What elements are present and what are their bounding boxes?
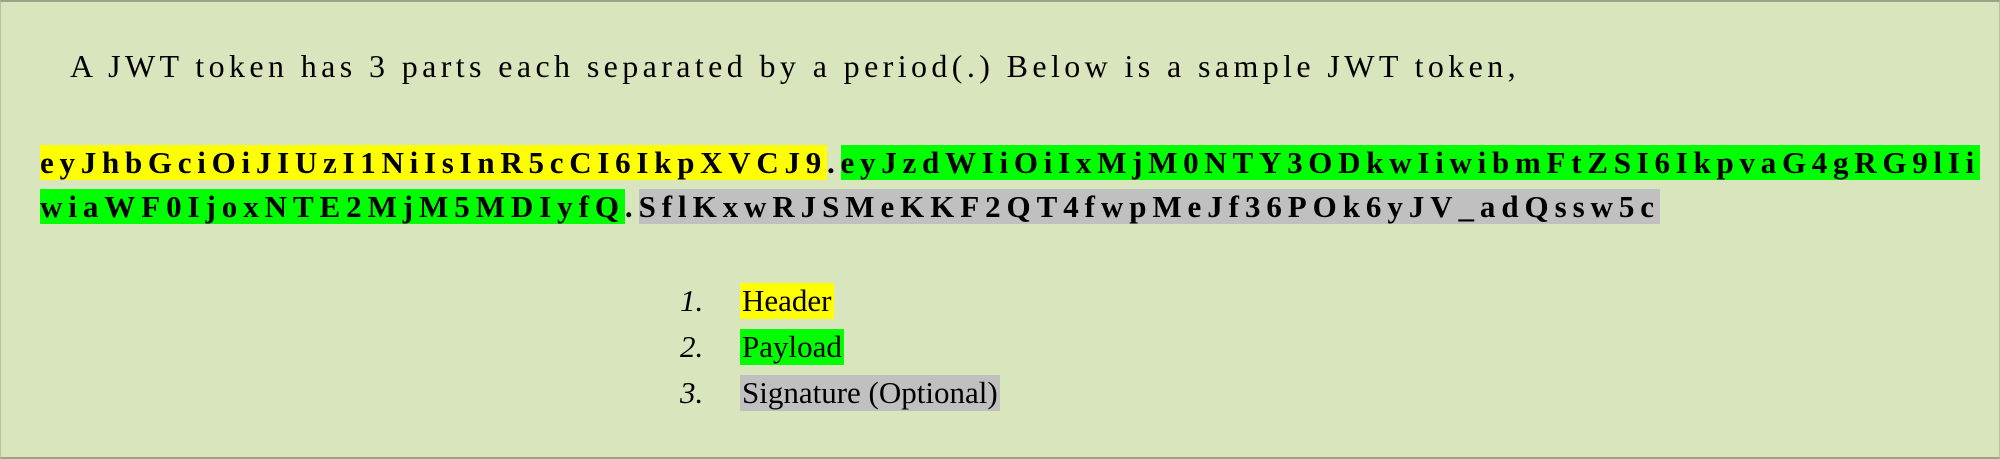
token-line-1: eyJhbGciOiJIUzI1NiIsInR5cCI6IkpXVCJ9.eyJ… bbox=[40, 141, 1981, 185]
list-number: 1. bbox=[680, 283, 704, 318]
intro-text: A JWT token has 3 parts each separated b… bbox=[70, 48, 1520, 84]
part-payload-label: Payload bbox=[740, 329, 844, 365]
token-separator: . bbox=[624, 189, 639, 224]
list-item: 1. Header bbox=[680, 278, 1000, 324]
list-item: 2. Payload bbox=[680, 324, 1000, 370]
token-separator: . bbox=[827, 145, 841, 180]
part-header-label: Header bbox=[740, 283, 834, 319]
part-signature-label: Signature (Optional) bbox=[740, 375, 1000, 411]
parts-list: 1. Header 2. Payload 3. Signature (Optional… bbox=[680, 278, 1000, 416]
list-number: 2. bbox=[680, 329, 704, 364]
list-number: 3. bbox=[680, 375, 704, 410]
token-line-2: wiaWF0IjoxNTE2MjM5MDIyfQ.SflKxwRJSMeKKF2… bbox=[40, 185, 1661, 229]
list-item: 3. Signature (Optional) bbox=[680, 370, 1000, 416]
token-signature: SflKxwRJSMeKKF2QT4fwpMeJf36POk6yJV_adQss… bbox=[638, 189, 1661, 224]
token-payload-part-2: wiaWF0IjoxNTE2MjM5MDIyfQ bbox=[40, 189, 625, 224]
token-payload-part-1: eyJzdWIiOiIxMjM0NTY3ODkwIiwibmFtZSI6Ikpv… bbox=[840, 145, 1981, 180]
token-header: eyJhbGciOiJIUzI1NiIsInR5cCI6IkpXVCJ9 bbox=[40, 145, 828, 180]
